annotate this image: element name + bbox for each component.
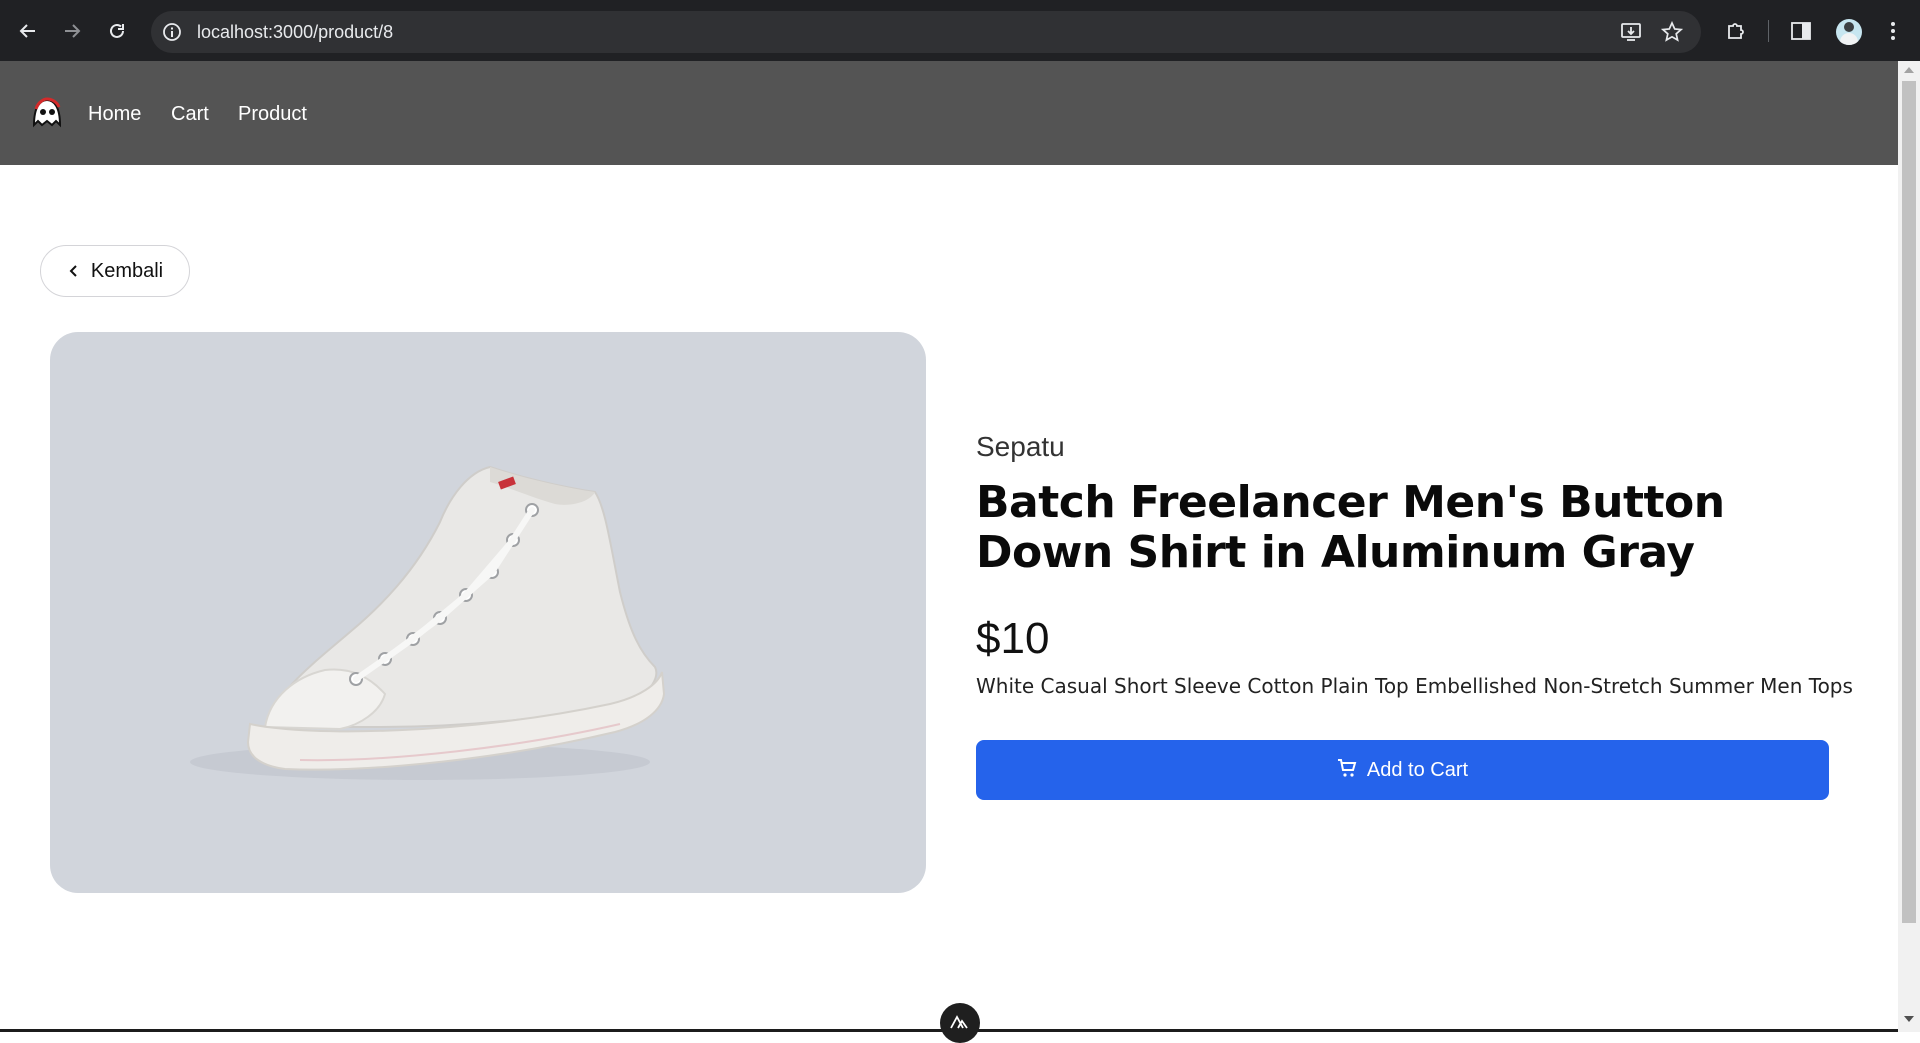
toolbar-separator	[1768, 20, 1769, 42]
site-navbar: Home Cart Product	[0, 61, 1898, 165]
scroll-up-arrow-icon[interactable]	[1904, 67, 1914, 73]
product-description: White Casual Short Sleeve Cotton Plain T…	[976, 674, 1853, 698]
product-category: Sepatu	[976, 431, 1065, 462]
chevron-left-icon	[67, 264, 81, 278]
back-button[interactable]: Kembali	[40, 245, 190, 297]
reload-icon[interactable]	[104, 18, 130, 44]
browser-chrome: localhost:3000/product/8	[0, 0, 1920, 61]
back-arrow-icon[interactable]	[15, 18, 41, 44]
nuxt-devtools-icon[interactable]	[940, 1003, 980, 1043]
nav-link-product[interactable]: Product	[238, 102, 307, 126]
site-info-icon[interactable]	[162, 22, 182, 42]
url-text[interactable]: localhost:3000/product/8	[197, 22, 393, 42]
forward-arrow-icon[interactable]	[59, 18, 85, 44]
back-button-label: Kembali	[90, 259, 164, 282]
product-image	[50, 332, 926, 893]
sneaker-illustration	[190, 465, 666, 780]
scroll-down-arrow-icon[interactable]	[1904, 1016, 1914, 1022]
bookmark-star-icon[interactable]	[1661, 21, 1683, 43]
site-logo-icon[interactable]	[30, 97, 64, 129]
address-bar[interactable]: localhost:3000/product/8	[151, 11, 1701, 53]
add-to-cart-button[interactable]: Add to Cart	[976, 740, 1829, 800]
nav-link-home[interactable]: Home	[88, 102, 141, 126]
side-panel-icon[interactable]	[1789, 19, 1813, 43]
install-app-icon[interactable]	[1620, 21, 1642, 43]
extensions-icon[interactable]	[1724, 19, 1748, 43]
product-price: $10	[976, 614, 1050, 663]
scrollbar-thumb[interactable]	[1902, 81, 1916, 923]
product-title: Batch Freelancer Men's Button Down Shirt…	[976, 477, 1725, 578]
profile-avatar[interactable]	[1836, 19, 1862, 45]
page-scrollbar[interactable]	[1898, 61, 1920, 1032]
nav-link-cart[interactable]: Cart	[171, 102, 209, 126]
menu-kebab-icon[interactable]	[1881, 19, 1905, 43]
shopping-cart-icon	[1337, 758, 1357, 783]
add-to-cart-label: Add to Cart	[1366, 758, 1469, 781]
